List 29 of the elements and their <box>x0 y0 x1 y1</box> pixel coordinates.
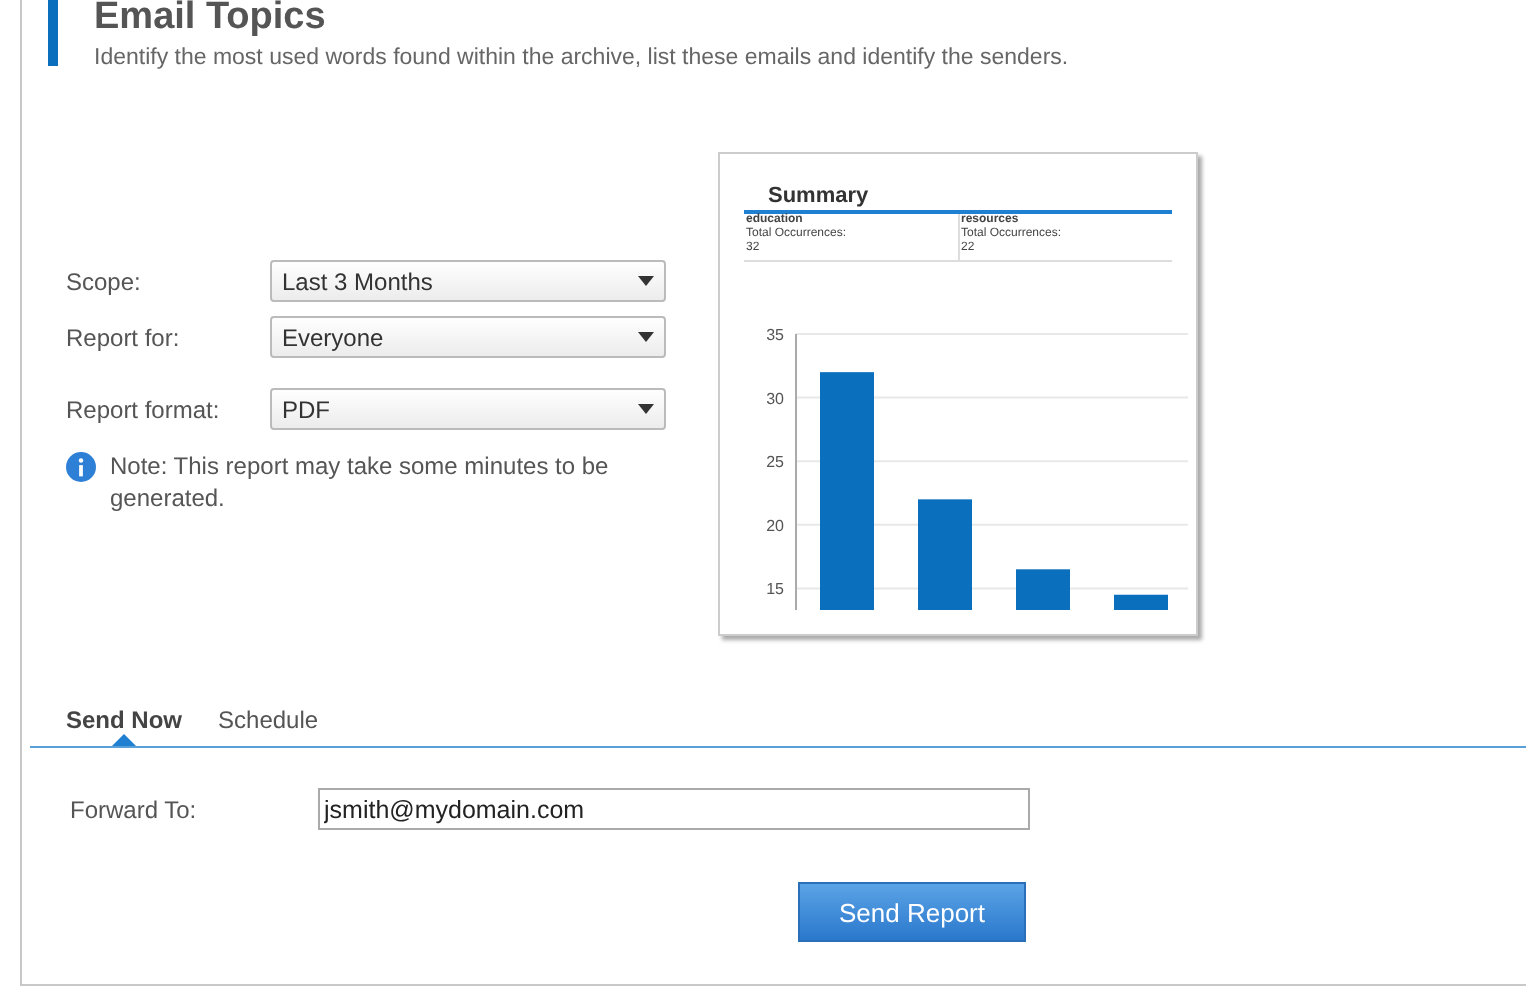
tab[interactable]: Send Now <box>66 694 183 747</box>
accent-bar <box>48 0 58 66</box>
dropdown[interactable]: PDF <box>270 388 666 431</box>
bar <box>1114 595 1168 611</box>
tab-pointer-icon <box>112 734 136 747</box>
dropdown[interactable]: Everyone <box>270 316 666 359</box>
axis-tick-label: 20 <box>766 517 784 536</box>
caret-icon <box>638 276 654 287</box>
field-label: Scope: <box>66 265 143 300</box>
email-field[interactable]: jsmith@mydomain.com <box>318 788 1030 831</box>
dropdown[interactable]: Last 3 Months <box>270 260 666 303</box>
page-description: Identify the most used words found within the archive, list these emails and identify the senders. <box>94 44 1069 74</box>
axis-tick-label: 35 <box>766 326 784 345</box>
field-label: Report for: <box>66 321 182 356</box>
caret-icon <box>638 404 654 415</box>
axis-tick-label: 25 <box>766 453 784 472</box>
preview-title: Summary <box>766 182 871 211</box>
field-label: Forward To: <box>70 793 199 828</box>
field-label: Report format: <box>66 393 222 428</box>
bar <box>1016 569 1070 611</box>
page-title: Email Topics <box>94 0 328 42</box>
caret-icon <box>638 332 654 343</box>
note-text: Note: This report may take some minutes to be generated. <box>110 450 611 515</box>
axis-tick-label: 15 <box>766 580 784 599</box>
bar <box>918 499 972 611</box>
tab[interactable]: Schedule <box>218 694 319 747</box>
axis-tick-label: 30 <box>766 390 784 409</box>
info-icon <box>66 452 96 483</box>
send-report-button[interactable]: Send Report <box>798 882 1026 943</box>
